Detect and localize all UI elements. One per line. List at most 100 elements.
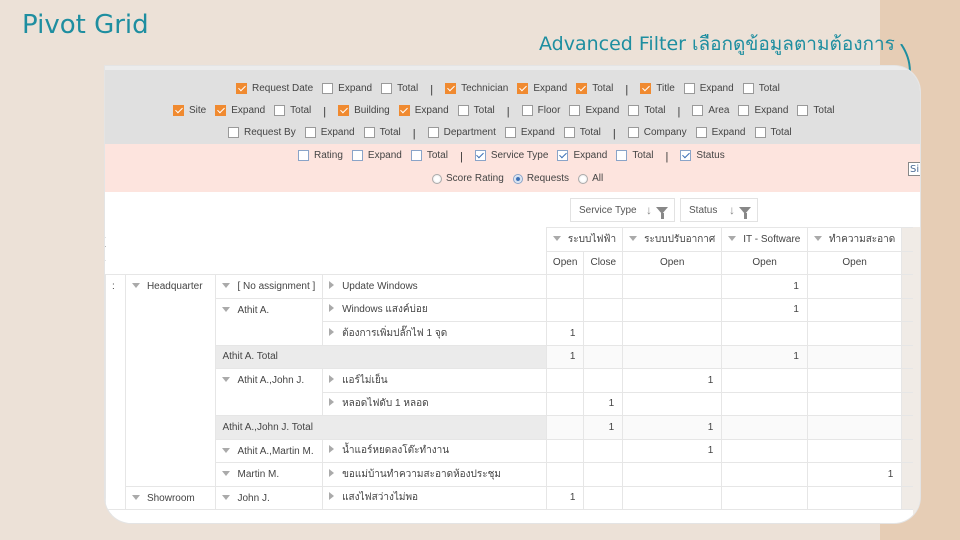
filter-checkbox-total[interactable]: Total [410,149,448,161]
sort-down-icon[interactable]: ↓ [729,203,735,217]
filter-checkbox-total[interactable]: Total [563,126,601,138]
filter-checkbox-building[interactable]: Building [338,104,390,116]
radio-requests[interactable]: Requests [512,173,569,184]
filter-checkbox-total[interactable]: Total [363,126,401,138]
checkbox[interactable] [569,104,581,116]
filter-funnel-icon[interactable] [739,206,751,219]
filter-checkbox-request-by[interactable]: Request By [228,126,296,138]
checkbox[interactable] [351,149,363,161]
filter-checkbox-expand[interactable]: Expand [683,82,734,94]
filter-checkbox-rating[interactable]: Rating [298,149,343,161]
technician-cell[interactable]: [ No assignment ] [215,274,324,299]
checkbox[interactable] [381,82,393,94]
radio-button[interactable] [432,173,442,184]
radio-button[interactable] [512,173,523,184]
filter-checkbox-expand[interactable]: Expand [738,104,788,116]
checkbox[interactable] [427,126,439,138]
filter-checkbox-expand[interactable]: Expand [557,149,607,161]
filter-checkbox-total[interactable]: Total [797,104,835,116]
title-cell[interactable]: ขอแม่บ้านทำความสะอาดห้องประชุม [322,462,547,487]
expand-icon[interactable] [329,445,335,454]
column-field-service-type[interactable]: Service Type ↓ [570,198,675,222]
checkbox[interactable] [457,104,469,116]
checkbox[interactable] [274,104,286,116]
filter-checkbox-site[interactable]: Site [173,104,206,116]
checkbox[interactable] [322,82,334,94]
title-cell[interactable]: ต้องการเพิ่มปลั๊กไฟ 1 จุด [322,321,547,346]
sort-down-icon[interactable]: ↓ [646,203,652,217]
checkbox[interactable] [742,82,754,94]
checkbox[interactable] [738,104,750,116]
checkbox[interactable] [695,126,707,138]
building-cell[interactable]: Showroom [124,485,217,510]
collapse-icon[interactable] [131,283,140,288]
filter-checkbox-expand[interactable]: Expand [695,126,746,138]
title-cell[interactable]: หลอดไฟดับ 1 หลอด [322,391,547,416]
filter-checkbox-total[interactable]: Total [274,104,311,116]
checkbox[interactable] [627,126,639,138]
title-cell[interactable]: น้ำแอร์หยดลงโต๊ะทำงาน [322,438,547,463]
checkbox[interactable] [797,104,809,116]
filter-checkbox-expand[interactable]: Expand [351,149,402,161]
title-cell[interactable]: Update Windows [322,274,547,299]
technician-cell[interactable]: Athit A. [215,297,324,346]
building-cell[interactable]: Headquarter [124,274,217,487]
checkbox[interactable] [754,126,766,138]
checkbox[interactable] [557,149,569,161]
expand-icon[interactable] [329,304,335,313]
checkbox[interactable] [215,104,227,116]
service-type-header[interactable]: IT - Software [721,227,808,252]
expand-icon[interactable] [329,468,335,477]
checkbox[interactable] [616,149,628,161]
technician-cell[interactable]: John J. [215,485,324,510]
filter-checkbox-total[interactable]: Total [381,82,418,94]
radio-score-rating[interactable]: Score Rating [432,173,504,184]
column-field-status[interactable]: Status ↓ [680,198,758,222]
filter-checkbox-total[interactable]: Total [628,104,665,116]
service-type-header[interactable]: ระบบไฟฟ้า [545,227,624,252]
checkbox[interactable] [398,104,410,116]
collapse-icon[interactable] [728,235,737,241]
checkbox[interactable] [304,126,316,138]
filter-checkbox-total[interactable]: Total [742,82,780,94]
filter-checkbox-title[interactable]: Title [640,82,675,94]
checkbox[interactable] [410,149,422,161]
collapse-icon[interactable] [552,235,561,241]
side-dropdown[interactable]: Si [908,162,920,176]
expand-icon[interactable] [329,327,335,336]
radio-button[interactable] [578,173,589,184]
title-cell[interactable]: แสงไฟสว่างไม่พอ [322,485,547,510]
checkbox[interactable] [228,126,239,138]
filter-checkbox-expand[interactable]: Expand [322,82,372,94]
filter-checkbox-total[interactable]: Total [576,82,613,94]
expand-icon[interactable] [329,398,335,407]
collapse-icon[interactable] [629,235,638,241]
technician-cell[interactable]: Athit A.,John J. [215,368,324,416]
checkbox[interactable] [236,82,247,94]
filter-checkbox-expand[interactable]: Expand [569,104,619,116]
filter-checkbox-expand[interactable]: Expand [215,104,265,116]
checkbox[interactable] [517,82,529,94]
filter-checkbox-expand[interactable]: Expand [504,126,555,138]
collapse-icon[interactable] [222,494,231,500]
filter-checkbox-status[interactable]: Status [680,149,725,161]
radio-all[interactable]: All [578,173,603,184]
filter-funnel-icon[interactable] [656,206,668,219]
checkbox[interactable] [445,82,457,94]
collapse-icon[interactable] [222,306,231,312]
checkbox[interactable] [173,104,184,116]
checkbox[interactable] [628,104,640,116]
checkbox[interactable] [504,126,516,138]
checkbox[interactable] [692,104,704,116]
collapse-icon[interactable] [222,447,231,453]
checkbox[interactable] [474,149,486,161]
collapse-icon[interactable] [222,283,231,288]
filter-checkbox-total[interactable]: Total [754,126,792,138]
checkbox[interactable] [683,82,695,94]
checkbox[interactable] [576,82,588,94]
filter-checkbox-expand[interactable]: Expand [304,126,355,138]
filter-checkbox-total[interactable]: Total [616,149,653,161]
filter-checkbox-technician[interactable]: Technician [445,82,508,94]
checkbox[interactable] [640,82,652,94]
filter-checkbox-request-date[interactable]: Request Date [236,82,313,94]
